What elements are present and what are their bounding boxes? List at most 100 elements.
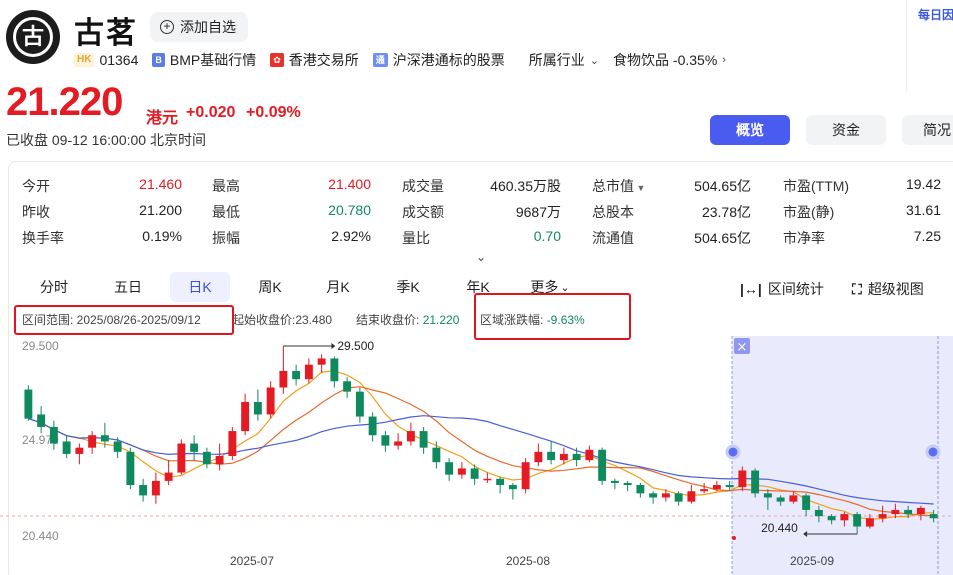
stat-label: 量比 [402, 230, 430, 246]
stat-label: 总股本 [592, 204, 634, 220]
exchange-label: 香港交易所 [288, 52, 359, 68]
candle-body [508, 485, 517, 490]
selection-area [732, 336, 953, 575]
stat-label-text: 总市值 [592, 178, 634, 194]
stat-value: 21.400 [328, 176, 371, 192]
super-view-button[interactable]: ⛶ 超级视图 [852, 279, 924, 299]
stat-label: 昨收 [22, 204, 50, 220]
candle-body [126, 451, 135, 486]
candle-body [814, 509, 823, 517]
ktab-week[interactable]: 周K [242, 272, 298, 302]
tab-brief[interactable]: 简况 [902, 115, 953, 145]
candle-body [215, 455, 224, 465]
candle-body [457, 468, 466, 475]
tab-overview[interactable]: 概览 [710, 115, 790, 145]
y-axis-label: 20.440 [22, 529, 59, 543]
candle-body [802, 495, 811, 510]
stat-value: 2.92% [331, 228, 371, 244]
chevron-down-icon: ⌄ [589, 54, 600, 67]
chevron-right-icon: › [722, 54, 726, 66]
stat-label: 振幅 [212, 230, 240, 246]
close-status: 已收盘 09-12 16:00:00 北京时间 [6, 132, 206, 148]
price-unit: 港元 [146, 110, 179, 127]
candle-body [62, 441, 71, 454]
candle-body [789, 495, 798, 502]
x-axis-label: 2025-07 [230, 554, 274, 568]
ktab-quarter[interactable]: 季K [380, 272, 436, 302]
connect-link[interactable]: 通 沪深港通标的股票 [372, 50, 505, 70]
candle-body [904, 509, 913, 515]
candle-body [738, 470, 747, 488]
highlight-box-change [474, 293, 631, 340]
ktab-day[interactable]: 日K [170, 272, 230, 302]
candle-body [177, 443, 186, 473]
candle-body [343, 381, 352, 392]
stat-label: 成交量 [402, 178, 444, 194]
chevron-down-icon: ⌄ [560, 281, 570, 294]
expand-icon: ⛶ [852, 280, 862, 297]
tab-fund[interactable]: 资金 [806, 115, 886, 145]
candle-body [317, 358, 326, 365]
logo-text: 古 [13, 17, 53, 57]
candle-body [253, 402, 262, 415]
industry-dropdown[interactable]: 所属行业 ⌄ [529, 50, 599, 70]
candle-body [139, 485, 148, 496]
candle-body [534, 451, 543, 463]
stat-value: 23.78亿 [701, 204, 751, 220]
stock-logo: 古 [6, 10, 60, 64]
stock-code: HK 01364 [74, 52, 138, 68]
candle-body [636, 485, 645, 494]
candle-body [368, 416, 377, 436]
stat-value: 504.65亿 [694, 230, 751, 246]
stat-label: 换手率 [22, 230, 64, 246]
price-change-pct: +0.09% [246, 104, 301, 121]
candle-body [674, 493, 683, 502]
candle-body [700, 489, 709, 492]
candle-body [687, 491, 696, 502]
ktab-five-day[interactable]: 五日 [100, 272, 156, 302]
kline-chart[interactable]: ×29.50024.97020.44029.50020.4402025-07 20… [0, 336, 953, 575]
stat-label: 成交额 [402, 204, 444, 220]
exchange-link[interactable]: ✿ 香港交易所 [270, 50, 359, 70]
candle-body [661, 493, 670, 498]
range-stats-label: 区间统计 [767, 281, 824, 297]
candle-body [304, 364, 313, 380]
sector-label: 食物饮品 -0.35% [613, 52, 718, 68]
candle-body [827, 516, 836, 521]
candle-body [598, 449, 607, 481]
stat-label: 今开 [22, 178, 50, 194]
candle-body [24, 389, 33, 419]
range-end-label: 结束收盘价: [356, 313, 420, 327]
industry-label: 所属行业 [528, 52, 585, 68]
candle-body [929, 514, 938, 519]
stock-name: 古茗 [74, 17, 138, 50]
candle-body [266, 387, 275, 415]
ktab-month[interactable]: 月K [310, 272, 366, 302]
side-panel-label[interactable]: 每日因 [918, 6, 953, 23]
bmp-quote-link[interactable]: B BMP基础行情 [152, 50, 256, 70]
candle-body [151, 480, 160, 496]
stat-value: 460.35万股 [490, 178, 561, 194]
connect-icon: 通 [372, 53, 388, 67]
x-axis-label: 2025-08 [506, 554, 550, 568]
stat-value: 9687万 [515, 204, 561, 220]
min-dot [732, 536, 736, 540]
candle-body [751, 470, 760, 494]
ktab-minute[interactable]: 分时 [26, 272, 82, 302]
add-watchlist-button[interactable]: + 添加自选 [150, 12, 248, 42]
range-stats-icon: |↔| [740, 281, 762, 297]
stat-label[interactable]: 总市值 ▼ [592, 176, 645, 196]
stock-info-row: HK 01364 B BMP基础行情 ✿ 香港交易所 通 沪深港通标的股票 所属… [74, 50, 740, 70]
plus-icon: + [160, 20, 174, 34]
stat-value: 0.70 [533, 228, 561, 244]
candle-body [113, 441, 122, 452]
candle-body [241, 402, 250, 432]
candle-body [164, 472, 173, 481]
expand-stats-icon[interactable]: ⌄ [476, 250, 486, 264]
x-axis-label: 2025-09 [790, 554, 834, 568]
y-axis-label: 29.500 [22, 339, 59, 353]
sector-link[interactable]: 食物饮品 -0.35% › [613, 50, 726, 70]
candle-body [445, 462, 454, 475]
candle-body [381, 435, 390, 446]
range-stats-button[interactable]: |↔| 区间统计 [740, 279, 824, 299]
